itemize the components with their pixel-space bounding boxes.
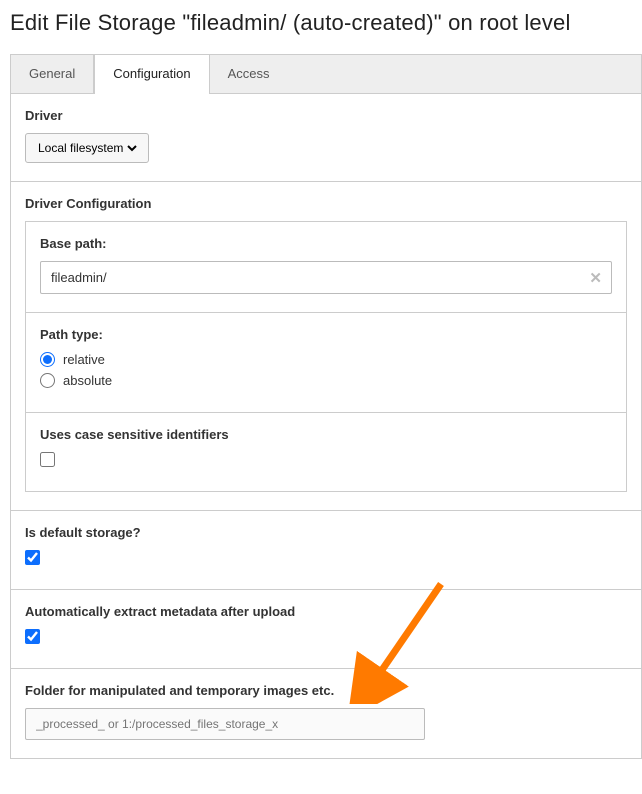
radio-absolute-label: absolute (63, 373, 112, 388)
tab-bar: General Configuration Access (10, 54, 642, 94)
page-title: Edit File Storage "fileadmin/ (auto-crea… (10, 10, 642, 36)
radio-absolute[interactable] (40, 373, 55, 388)
tab-configuration[interactable]: Configuration (94, 55, 209, 94)
case-sensitive-section: Uses case sensitive identifiers (26, 413, 626, 491)
driver-config-inner: Base path: ✕ Path type: relative absolut… (25, 221, 627, 492)
path-type-section: Path type: relative absolute (26, 313, 626, 413)
auto-extract-section: Automatically extract metadata after upl… (11, 590, 641, 669)
auto-extract-label: Automatically extract metadata after upl… (25, 604, 627, 619)
folder-input[interactable] (25, 708, 425, 740)
base-path-label: Base path: (40, 236, 612, 251)
auto-extract-checkbox[interactable] (25, 629, 40, 644)
tab-general[interactable]: General (11, 55, 94, 93)
radio-absolute-row: absolute (40, 373, 612, 388)
path-type-label: Path type: (40, 327, 612, 342)
is-default-label: Is default storage? (25, 525, 627, 540)
folder-section: Folder for manipulated and temporary ima… (11, 669, 641, 758)
driver-config-section: Driver Configuration Base path: ✕ Path t… (11, 182, 641, 511)
radio-relative[interactable] (40, 352, 55, 367)
tab-access[interactable]: Access (210, 55, 289, 93)
base-path-input[interactable] (40, 261, 612, 294)
driver-select[interactable]: Local filesystem (34, 140, 140, 156)
config-panel: Driver Local filesystem Driver Configura… (10, 94, 642, 759)
case-sensitive-label: Uses case sensitive identifiers (40, 427, 612, 442)
radio-relative-label: relative (63, 352, 105, 367)
driver-config-label: Driver Configuration (25, 196, 627, 211)
base-path-section: Base path: ✕ (26, 222, 626, 313)
driver-section: Driver Local filesystem (11, 94, 641, 182)
is-default-section: Is default storage? (11, 511, 641, 590)
driver-label: Driver (25, 108, 627, 123)
folder-label: Folder for manipulated and temporary ima… (25, 683, 627, 698)
base-path-input-wrap: ✕ (40, 261, 612, 294)
radio-relative-row: relative (40, 352, 612, 367)
is-default-checkbox[interactable] (25, 550, 40, 565)
driver-select-wrap[interactable]: Local filesystem (25, 133, 149, 163)
case-sensitive-checkbox[interactable] (40, 452, 55, 467)
clear-icon[interactable]: ✕ (589, 269, 602, 287)
